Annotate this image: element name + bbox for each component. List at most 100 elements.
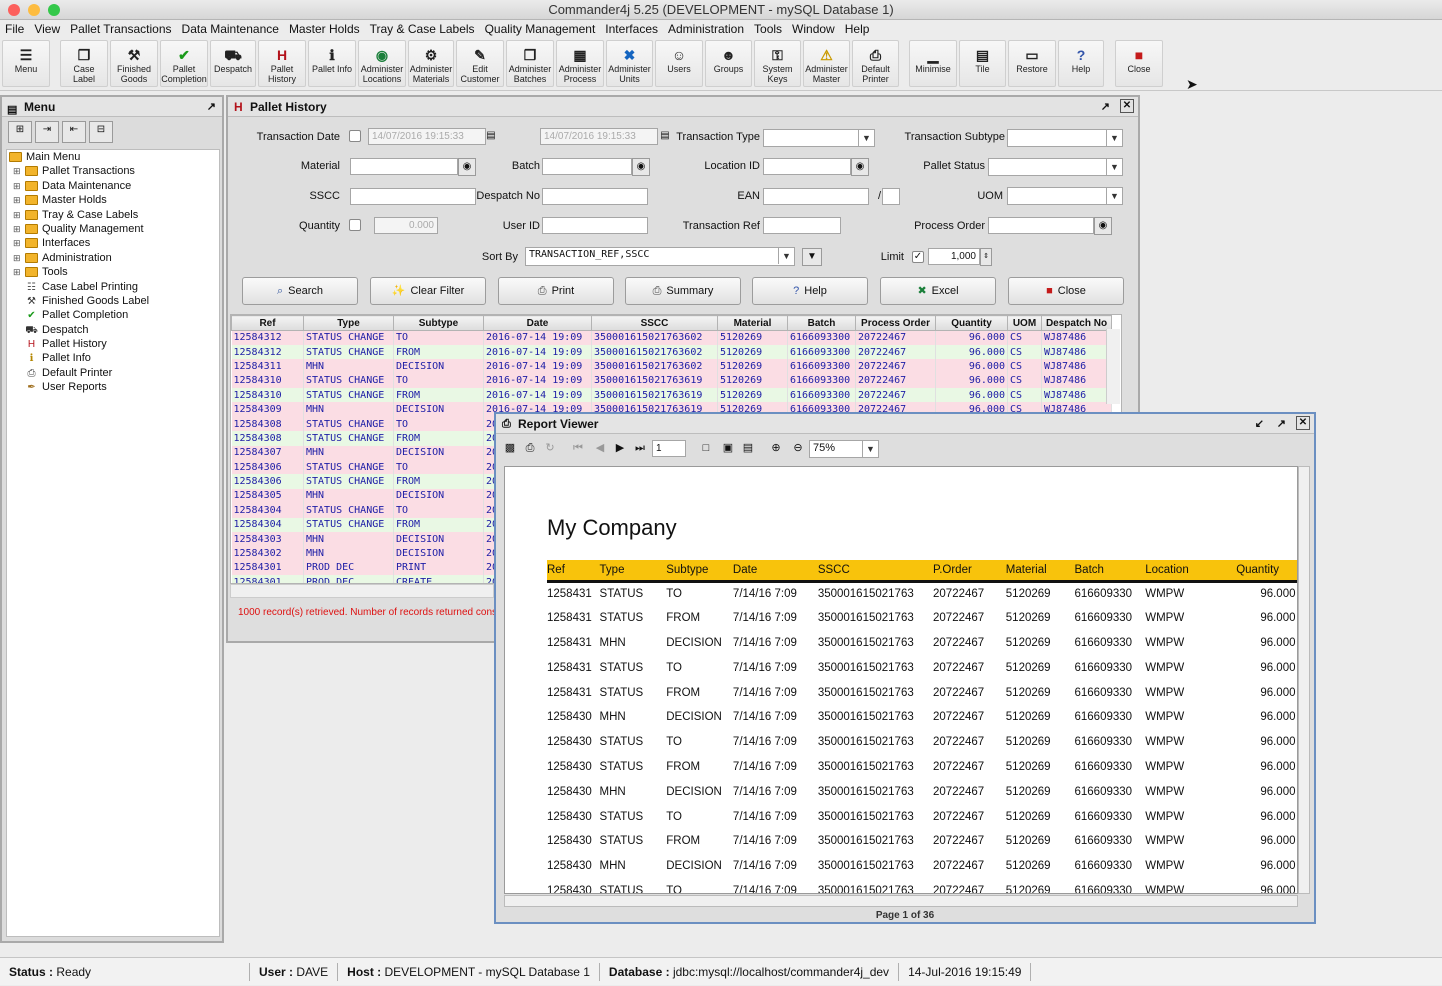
menu-data-maintenance[interactable]: Data Maintenance (177, 22, 284, 36)
tree-root[interactable]: Main Menu (7, 150, 219, 164)
zoom-select[interactable]: 75% ▼ (809, 440, 879, 458)
menu-pallet-transactions[interactable]: Pallet Transactions (65, 22, 176, 36)
column-header[interactable]: Ref (231, 315, 304, 331)
column-header[interactable]: UOM (1007, 315, 1042, 331)
tree-leaf-default-printer[interactable]: ⎙ Default Printer (7, 366, 219, 380)
toolbar-pallet-history-button[interactable]: H Pallet History (258, 40, 306, 87)
fit-width-icon[interactable]: ▤ (738, 438, 758, 460)
horizontal-scrollbar[interactable] (230, 584, 494, 598)
toolbar-help-button[interactable]: ? Help (1058, 40, 1104, 87)
maximize-icon[interactable]: ↗ (1101, 97, 1110, 117)
actual-size-icon[interactable]: □ (696, 438, 716, 460)
location-id-field[interactable] (763, 158, 851, 175)
filter-icon[interactable]: ▼ (802, 248, 822, 266)
reload-icon[interactable]: ↻ (540, 438, 560, 460)
toolbar-case-label-button[interactable]: ❐ Case Label (60, 40, 108, 87)
toolbar-minimise-button[interactable]: ▁ Minimise (909, 40, 957, 87)
quantity-checkbox[interactable] (349, 219, 361, 231)
limit-spinner[interactable]: ⇕ (980, 248, 992, 266)
menu-file[interactable]: File (0, 22, 29, 36)
report-vertical-scrollbar[interactable] (1298, 466, 1310, 894)
menu-master-holds[interactable]: Master Holds (284, 22, 365, 36)
quantity-field[interactable]: 0.000 (374, 217, 438, 234)
minimize-window-icon[interactable] (28, 4, 40, 16)
toolbar-groups-button[interactable]: ☻ Groups (705, 40, 752, 87)
menu-tray-case-labels[interactable]: Tray & Case Labels (365, 22, 480, 36)
ean-field[interactable] (763, 188, 869, 205)
menu-help[interactable]: Help (840, 22, 875, 36)
toolbar-tile-button[interactable]: ▤ Tile (959, 40, 1006, 87)
column-header[interactable]: Material (717, 315, 788, 331)
menu-administration[interactable]: Administration (663, 22, 749, 36)
toolbar-pallet-info-button[interactable]: ℹ Pallet Info (308, 40, 356, 87)
zoom-window-icon[interactable] (48, 4, 60, 16)
maximize-icon[interactable]: ↗ (207, 97, 216, 117)
expand-toggle-icon[interactable]: ⊞ (13, 193, 25, 207)
table-row[interactable]: 12584311 MHN DECISION 2016-07-14 19:09 35000… (231, 359, 1112, 374)
tree-leaf-user-reports[interactable]: ✒ User Reports (7, 380, 219, 394)
table-row[interactable]: 12584310 STATUS CHANGE TO 2016-07-14 19:09 3… (231, 373, 1112, 389)
collapse-icon[interactable]: ⇤ (62, 121, 86, 143)
toolbar-keys-button[interactable]: ⚿ System Keys (754, 40, 801, 87)
expand-icon[interactable]: ⇥ (35, 121, 59, 143)
limit-checkbox[interactable]: ✓ (912, 251, 924, 263)
maximize-icon[interactable]: ↗ (1277, 414, 1286, 434)
toolbar-menu-button[interactable]: ☰ Menu (2, 40, 50, 87)
print-icon[interactable]: ⎙ (520, 438, 540, 460)
print-button[interactable]: ⎙ Print (498, 277, 614, 305)
previous-page-icon[interactable]: ◀ (590, 438, 610, 460)
fit-page-icon[interactable]: ▣ (718, 438, 738, 460)
collapse-all-icon[interactable]: ⊟ (89, 121, 113, 143)
excel-button[interactable]: ✖ Excel (880, 277, 996, 305)
menu-tools[interactable]: Tools (749, 22, 787, 36)
help-button[interactable]: ? Help (752, 277, 868, 305)
summary-button[interactable]: ⎙ Summary (625, 277, 741, 305)
column-header[interactable]: Process Order (855, 315, 936, 331)
column-header[interactable]: Quantity (935, 315, 1008, 331)
report-horizontal-scrollbar[interactable] (504, 895, 1298, 907)
close-window-icon[interactable] (8, 4, 20, 16)
menu-quality-management[interactable]: Quality Management (480, 22, 601, 36)
expand-all-icon[interactable]: ⊞ (8, 121, 32, 143)
sort-by-select[interactable]: TRANSACTION_REF,SSCC ▼ (525, 247, 795, 266)
toolbar-customer-button[interactable]: ✎ Edit Customer (456, 40, 504, 87)
close-icon[interactable]: ✕ (1120, 99, 1134, 113)
date-to-field[interactable]: 14/07/2016 19:15:33 (540, 128, 658, 145)
expand-toggle-icon[interactable]: ⊞ (13, 164, 25, 178)
column-header[interactable]: Subtype (393, 315, 484, 331)
column-header[interactable]: Date (483, 315, 592, 331)
tree-leaf-pallet-completion[interactable]: ✔ Pallet Completion (7, 308, 219, 322)
expand-toggle-icon[interactable]: ⊞ (13, 265, 25, 279)
vertical-scrollbar[interactable] (1106, 329, 1120, 404)
tree-folder-tray-case-labels[interactable]: ⊞ Tray & Case Labels (7, 208, 219, 222)
zoom-in-icon[interactable]: ⊕ (766, 438, 786, 460)
pallet-status-select[interactable]: ▼ (988, 158, 1123, 176)
user-id-field[interactable] (542, 217, 648, 234)
menu-interfaces[interactable]: Interfaces (600, 22, 663, 36)
menu-view[interactable]: View (29, 22, 65, 36)
zoom-out-icon[interactable]: ⊖ (788, 438, 808, 460)
last-page-icon[interactable]: ⏭ (630, 438, 650, 460)
toolbar-units-button[interactable]: ✖ Administer Units (606, 40, 653, 87)
table-row[interactable]: 12584312 STATUS CHANGE TO 2016-07-14 19:09 3… (231, 330, 1112, 345)
first-page-icon[interactable]: ⏮ (568, 438, 588, 460)
menu-window[interactable]: Window (787, 22, 840, 36)
ean-variant-field[interactable] (882, 188, 900, 205)
toolbar-warning-button[interactable]: ⚠ Administer Master (803, 40, 850, 87)
toolbar-despatch-button[interactable]: ⛟ Despatch (210, 40, 256, 87)
transaction-subtype-select[interactable]: ▼ (1007, 129, 1123, 147)
tree-folder-pallet-transactions[interactable]: ⊞ Pallet Transactions (7, 164, 219, 178)
transaction-type-select[interactable]: ▼ (763, 129, 875, 147)
tree-leaf-pallet-history[interactable]: H Pallet History (7, 337, 219, 351)
transaction-ref-field[interactable] (763, 217, 841, 234)
tree-leaf-pallet-info[interactable]: ℹ Pallet Info (7, 351, 219, 365)
expand-toggle-icon[interactable]: ⊞ (13, 236, 25, 250)
expand-toggle-icon[interactable]: ⊞ (13, 208, 25, 222)
transaction-date-checkbox[interactable] (349, 130, 361, 142)
limit-field[interactable]: 1,000 (928, 248, 980, 265)
close-button[interactable]: ■ Close (1008, 277, 1124, 305)
tree-leaf-case-label-printing[interactable]: ☷ Case Label Printing (7, 280, 219, 294)
tree-folder-quality-management[interactable]: ⊞ Quality Management (7, 222, 219, 236)
calendar-icon[interactable]: ▤ (484, 128, 498, 146)
tree-folder-administration[interactable]: ⊞ Administration (7, 251, 219, 265)
